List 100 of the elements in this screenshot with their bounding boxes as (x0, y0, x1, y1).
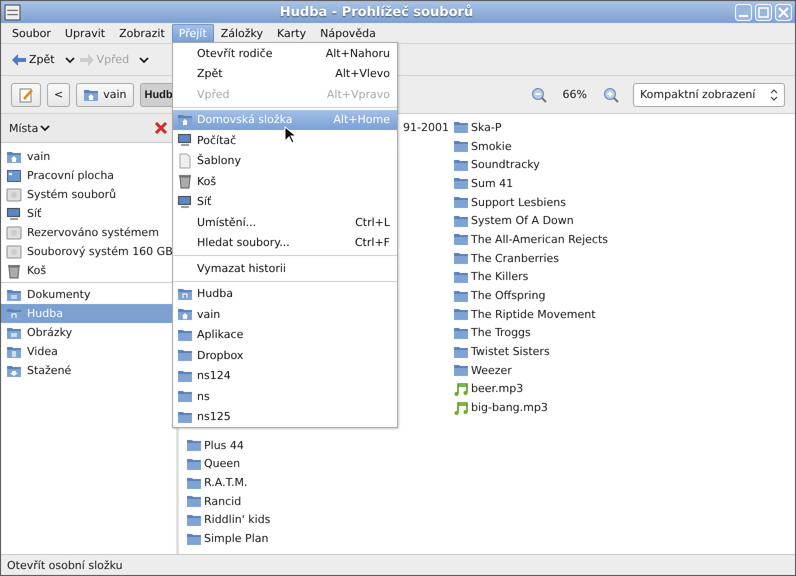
up-down-arrows-icon (770, 88, 778, 100)
maximize-button[interactable] (755, 4, 772, 20)
folder-icon (177, 388, 193, 404)
menu-item[interactable]: Zobrazit (112, 24, 172, 42)
sidebar-item[interactable]: Pracovní plocha (1, 166, 176, 185)
menu-entry[interactable]: Vymazat historii (173, 258, 397, 278)
sidebar-item[interactable]: Stažené (1, 361, 176, 380)
menu-item[interactable]: Záložky (214, 24, 270, 42)
app-icon (4, 4, 21, 20)
zoom-level: 66% (562, 88, 588, 101)
file-item[interactable]: The Cranberries (453, 248, 720, 268)
menu-item[interactable]: Karty (270, 24, 314, 42)
sidebar-item[interactable]: Obrázky (1, 323, 176, 342)
file-item[interactable]: Plus 44 (186, 436, 453, 455)
path-button[interactable]: vain (76, 82, 134, 106)
sidebar-item[interactable]: vain (1, 147, 176, 166)
close-icon[interactable] (154, 121, 168, 135)
music-note-icon (453, 400, 469, 416)
menu-entry[interactable]: ns125 (173, 406, 397, 427)
window-title: Hudba - Prohlížeč souborů (278, 4, 474, 20)
file-item[interactable]: Soundtracky (453, 155, 720, 174)
file-item[interactable]: Support Lesbiens (453, 192, 720, 212)
sidebar-item[interactable]: Dokumenty (1, 285, 176, 304)
status-text: Otevřít osobní složku (1, 554, 795, 575)
menu-entry[interactable]: Počítač (173, 130, 397, 150)
edit-button[interactable] (11, 82, 41, 106)
file-name: 91-2001 (403, 120, 449, 136)
zoom-out-icon[interactable] (530, 86, 547, 102)
menu-entry[interactable]: Dropbox (173, 345, 397, 366)
places-dropdown[interactable]: Místa (9, 122, 50, 134)
cursor-icon (284, 126, 296, 144)
back-button[interactable]: < (47, 82, 70, 106)
menu-entry[interactable]: Otevřít rodiče Alt+Nahoru (173, 43, 397, 64)
arrow-left-icon (11, 52, 27, 66)
file-item[interactable]: System Of A Down (453, 211, 720, 230)
folder-icon (177, 347, 193, 364)
menu-entry[interactable]: Koš (173, 171, 397, 192)
file-item[interactable]: Twistet Sisters (453, 342, 720, 361)
file-item[interactable]: The Troggs (453, 324, 720, 342)
file-item[interactable]: Simple Plan (186, 529, 453, 548)
sidebar-item[interactable]: Systém souborů (1, 185, 176, 204)
network-icon (6, 206, 22, 222)
file-item[interactable]: Ska-P (453, 118, 720, 137)
minimize-button[interactable] (735, 4, 752, 20)
trash-icon (177, 173, 193, 190)
menu-item[interactable]: Nápověda (313, 24, 383, 42)
file-item[interactable]: The Killers (453, 268, 720, 286)
network-icon (177, 194, 193, 210)
menu-entry[interactable]: Šablony (173, 150, 397, 171)
music-note-icon (453, 380, 469, 397)
menu-entry[interactable]: ns (173, 386, 397, 406)
menu-entry[interactable]: Zpět Alt+Vlevo (173, 64, 397, 84)
folder-icon (453, 250, 469, 266)
menu-entry[interactable]: Hledat soubory... Ctrl+F (173, 232, 397, 253)
back-button[interactable]: Zpět (11, 52, 55, 66)
sidebar-item[interactable]: Síť (1, 204, 176, 223)
file-item[interactable]: Rancid (186, 492, 453, 511)
folder-icon (453, 119, 469, 136)
folder-icon (453, 138, 469, 154)
chevron-down-icon (40, 124, 50, 132)
chevron-down-icon (139, 56, 150, 64)
folder-icon (453, 194, 469, 210)
edit-icon (18, 86, 34, 102)
folder-icon (453, 306, 469, 322)
file-item[interactable]: big-bang.mp3 (453, 398, 720, 417)
sidebar-item[interactable]: Koš (1, 261, 176, 280)
file-item[interactable]: Smokie (453, 136, 720, 156)
file-item[interactable]: Queen (186, 454, 453, 474)
menu-item[interactable]: Upravit (58, 24, 112, 42)
drive-icon (6, 244, 22, 260)
view-dropdown[interactable]: Kompaktní zobrazení (633, 82, 785, 106)
zoom-in-icon[interactable] (603, 86, 619, 102)
file-item[interactable]: Weezer (453, 360, 720, 380)
sidebar-item[interactable]: Videa (1, 342, 176, 361)
home-folder-icon (177, 306, 193, 322)
document-icon (177, 152, 193, 169)
file-item[interactable]: The Riptide Movement (453, 304, 720, 324)
menu-entry[interactable]: Umístění... Ctrl+L (173, 212, 397, 232)
sidebar-item[interactable]: Souborový systém 160 GB (1, 242, 176, 261)
file-item[interactable]: Riddlin' kids (186, 510, 453, 530)
folder-icon (186, 437, 202, 454)
drive-icon (6, 224, 22, 240)
menu-entry[interactable]: ns124 (173, 366, 397, 386)
folder-icon (453, 175, 469, 192)
menu-entry[interactable]: Síť (173, 192, 397, 212)
file-item[interactable]: beer.mp3 (453, 380, 720, 398)
trash-icon (6, 262, 22, 278)
file-item[interactable]: The All-American Rejects (453, 230, 720, 249)
sidebar-item[interactable]: Rezervováno systémem (1, 223, 176, 242)
menu-entry[interactable]: Aplikace (173, 324, 397, 345)
menu-entry[interactable]: Hudba (173, 284, 397, 304)
file-item[interactable]: The Offspring (453, 286, 720, 305)
arrow-right-icon (78, 52, 95, 66)
file-item[interactable]: Sum 41 (453, 174, 720, 193)
close-button[interactable] (775, 4, 792, 20)
drive-icon (6, 186, 22, 202)
menu-entry[interactable]: vain (173, 304, 397, 324)
menu-item[interactable]: Soubor (5, 24, 58, 42)
computer-icon (177, 132, 193, 148)
file-item[interactable]: R.A.T.M. (186, 473, 453, 492)
